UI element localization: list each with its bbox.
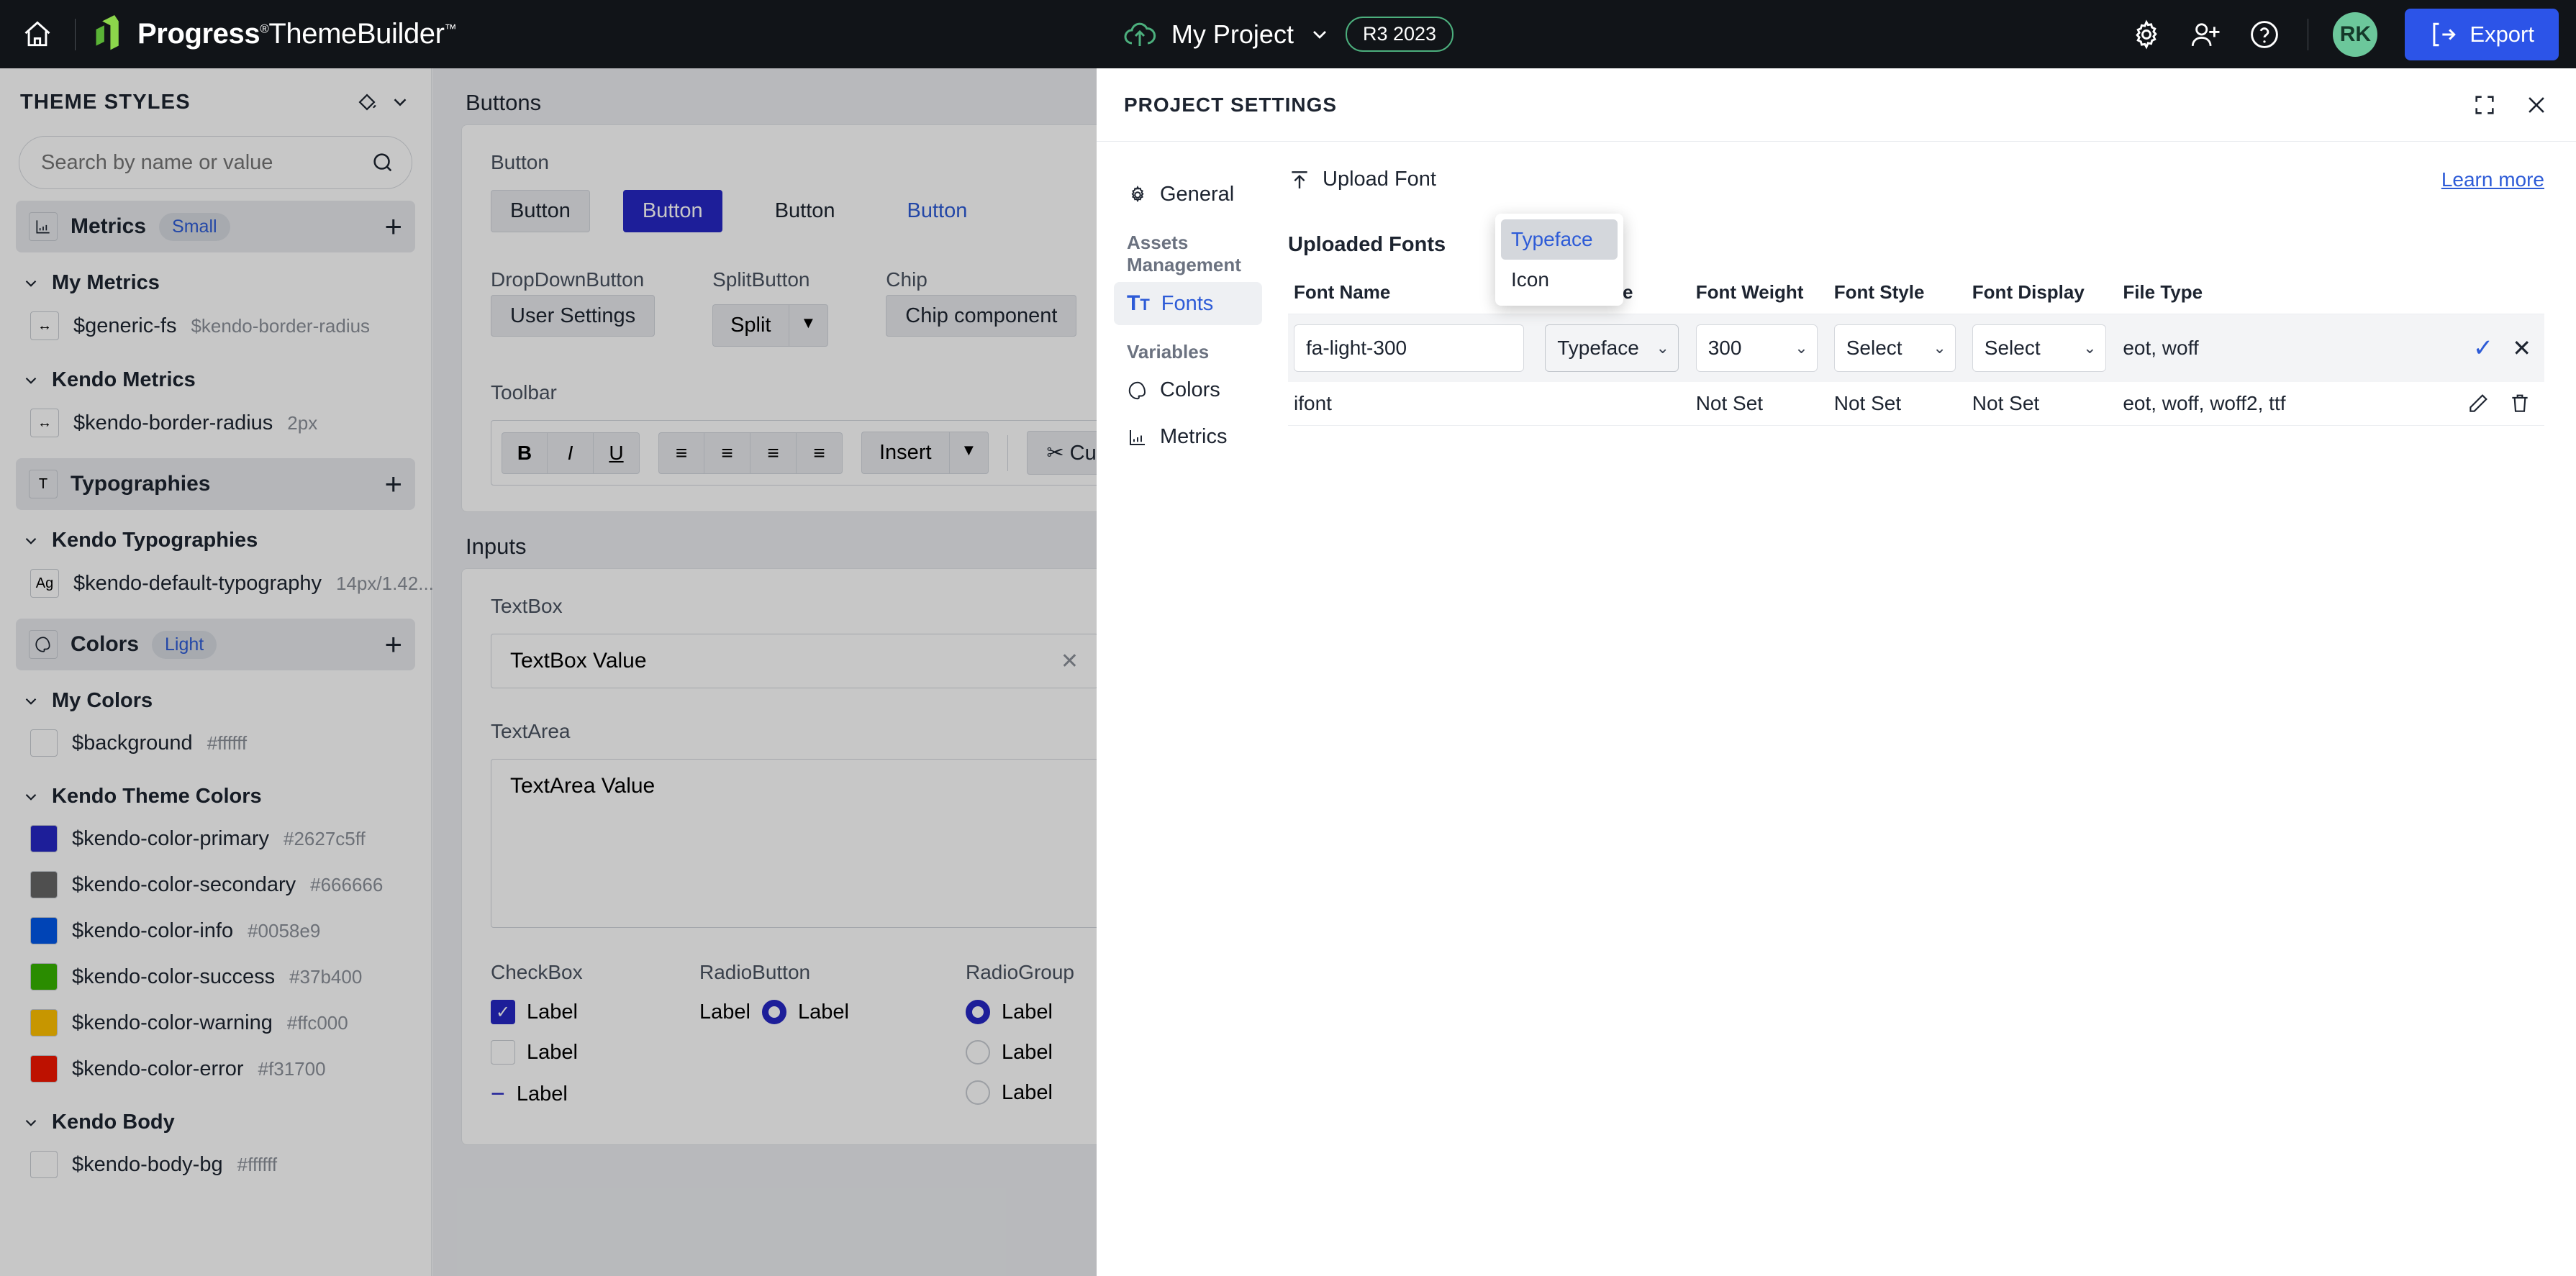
cloud-upload-icon: [1123, 19, 1157, 50]
upload-font-label: Upload Font: [1323, 168, 1436, 191]
font-weight-select[interactable]: 300 ⌄: [1695, 324, 1818, 372]
close-icon[interactable]: [2524, 93, 2549, 117]
header-divider: [75, 18, 76, 50]
font-style-select[interactable]: Select ⌄: [1833, 324, 1956, 372]
typography-icon: TT: [1127, 291, 1150, 315]
settings-nav-fonts[interactable]: TT Fonts: [1114, 282, 1262, 325]
font-display-select[interactable]: Select ⌄: [1972, 324, 2106, 372]
chevron-down-icon[interactable]: ⌄: [1795, 339, 1808, 357]
uploaded-fonts-table: Font Name Font Type Font Weight Font Sty…: [1288, 271, 2544, 426]
cell-file-type: eot, woff, woff2, ttf: [2117, 382, 2369, 426]
project-settings-panel: PROJECT SETTINGS General Assets Manageme…: [1097, 68, 2576, 1276]
learn-more-link[interactable]: Learn more: [2441, 168, 2544, 191]
column-header-font-style: Font Style: [1828, 271, 1967, 314]
palette-icon: [1128, 381, 1146, 399]
settings-nav-general[interactable]: General: [1114, 173, 1262, 216]
font-type-dropdown-menu: Typeface Icon: [1495, 214, 1623, 306]
settings-nav-colors[interactable]: Colors: [1114, 369, 1262, 411]
font-weight-value: 300: [1707, 337, 1742, 359]
export-icon: [2433, 22, 2457, 46]
column-header-actions: [2368, 271, 2544, 314]
add-user-icon[interactable]: [2187, 16, 2224, 53]
export-label: Export: [2470, 21, 2534, 47]
font-display-value: Select: [1984, 337, 2041, 359]
progress-logo-icon: [96, 14, 119, 50]
chevron-down-icon[interactable]: ⌄: [1656, 339, 1669, 357]
brand-text: Progress®ThemeBuilder™: [137, 18, 457, 50]
column-header-font-display: Font Display: [1966, 271, 2118, 314]
gear-icon: [1131, 185, 1144, 202]
cell-font-weight: Not Set: [1690, 382, 1828, 426]
expand-icon[interactable]: [2472, 93, 2497, 117]
gear-icon[interactable]: [2128, 16, 2165, 53]
cell-font-name: ifont: [1288, 382, 1540, 426]
settings-nav-label: Colors: [1160, 378, 1220, 401]
chevron-down-icon[interactable]: ⌄: [2083, 339, 2096, 357]
dropdown-option-icon[interactable]: Icon: [1501, 260, 1618, 300]
settings-nav-label: Metrics: [1160, 425, 1228, 448]
cell-font-display: Not Set: [1966, 382, 2118, 426]
column-header-font-weight: Font Weight: [1690, 271, 1828, 314]
project-settings-content: Upload Font Learn more Uploaded Fonts Fo…: [1262, 142, 2576, 1276]
settings-nav-metrics[interactable]: Metrics: [1114, 416, 1262, 458]
cell-font-name: [1288, 314, 1540, 382]
font-name-input[interactable]: [1294, 324, 1524, 372]
chevron-down-icon[interactable]: ⌄: [1933, 339, 1946, 357]
home-icon[interactable]: [16, 13, 59, 56]
settings-nav-label: Fonts: [1161, 291, 1214, 315]
project-settings-header: PROJECT SETTINGS: [1097, 68, 2576, 142]
upload-icon: [1292, 170, 1307, 188]
table-row: Typeface ⌄ 300 ⌄ Select: [1288, 314, 2544, 382]
brand-logo[interactable]: Progress®ThemeBuilder™: [91, 14, 457, 54]
help-circle-icon[interactable]: [2246, 16, 2283, 53]
upload-font-button[interactable]: Upload Font: [1288, 168, 1436, 191]
ruler-icon: [1130, 429, 1145, 445]
cell-font-style: Not Set: [1828, 382, 1967, 426]
cell-font-style: Select ⌄: [1828, 314, 1967, 382]
cell-actions: ✓ ✕: [2368, 314, 2544, 382]
avatar[interactable]: RK: [2333, 12, 2378, 57]
cell-font-weight: 300 ⌄: [1690, 314, 1828, 382]
top-navigation-bar: Progress®ThemeBuilder™ My Project R3 202…: [0, 0, 2576, 68]
panel-title: PROJECT SETTINGS: [1124, 93, 1338, 116]
cancel-x-icon[interactable]: ✕: [2512, 334, 2531, 362]
table-header-row: Font Name Font Type Font Weight Font Sty…: [1288, 271, 2544, 314]
chevron-down-icon[interactable]: [1308, 23, 1331, 46]
settings-nav-group-variables: Variables: [1127, 341, 1210, 363]
settings-nav-label: General: [1160, 183, 1235, 206]
table-row: ifont Not Set Not Set Not Set eot, woff,…: [1288, 382, 2544, 426]
uploaded-fonts-title: Uploaded Fonts: [1288, 233, 1446, 256]
font-type-select[interactable]: Typeface ⌄: [1545, 324, 1679, 372]
font-type-value: Typeface: [1557, 337, 1639, 359]
confirm-check-icon[interactable]: ✓: [2473, 334, 2494, 363]
cell-file-type: eot, woff: [2117, 314, 2369, 382]
project-settings-nav: General Assets Management TT Fonts Varia…: [1097, 142, 1262, 1276]
font-style-value: Select: [1846, 337, 1902, 359]
release-badge[interactable]: R3 2023: [1345, 17, 1454, 52]
settings-nav-group-assets: Assets Management: [1127, 232, 1241, 275]
cell-font-display: Select ⌄: [1966, 314, 2118, 382]
export-button[interactable]: Export: [2405, 8, 2559, 60]
cell-actions: [2368, 382, 2544, 426]
delete-trash-icon[interactable]: [2508, 392, 2531, 415]
cell-font-type: [1539, 382, 1690, 426]
project-name[interactable]: My Project: [1171, 19, 1294, 50]
edit-pencil-icon[interactable]: [2467, 392, 2490, 415]
dropdown-option-typeface[interactable]: Typeface: [1501, 219, 1618, 260]
project-selector: My Project R3 2023: [1029, 17, 1547, 52]
cell-font-type: Typeface ⌄: [1539, 314, 1690, 382]
column-header-file-type: File Type: [2117, 271, 2369, 314]
